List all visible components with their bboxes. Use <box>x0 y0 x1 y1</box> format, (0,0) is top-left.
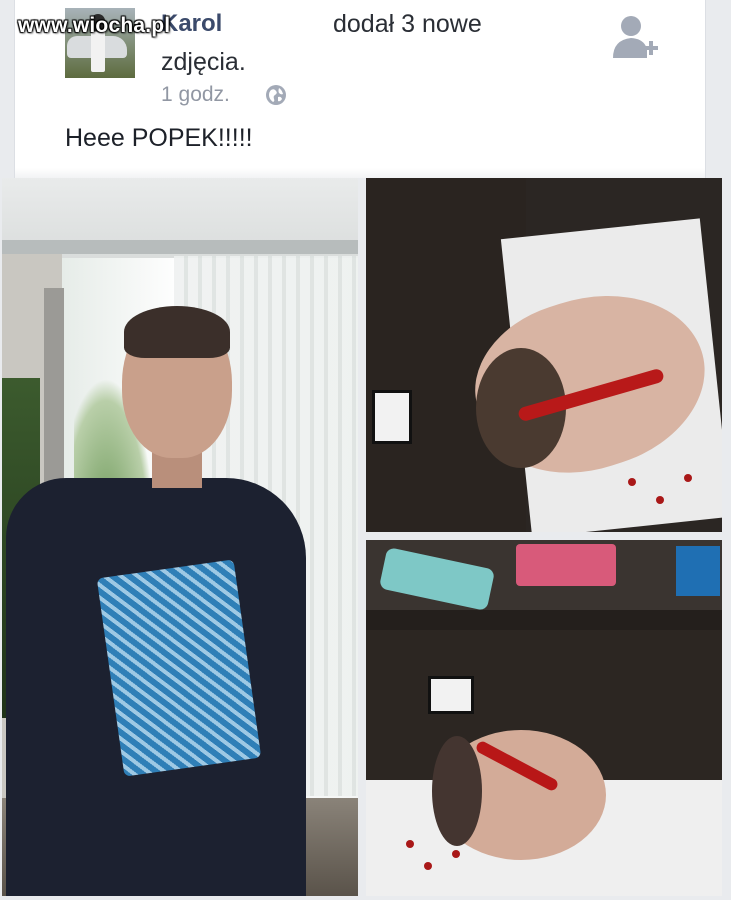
photo-curtain-rod <box>2 240 358 254</box>
photo-sticker <box>428 676 474 714</box>
photo-box <box>516 544 616 586</box>
post-photo-1[interactable] <box>2 178 358 896</box>
post-text: Heee POPEK!!!!! <box>65 124 253 152</box>
photo-splatter <box>684 474 692 482</box>
post-action-text: dodał 3 nowe <box>333 10 482 38</box>
add-friend-icon[interactable] <box>611 12 659 62</box>
photo-splatter <box>424 862 432 870</box>
post-action-text-continued: zdjęcia. <box>161 48 246 76</box>
post-timestamp[interactable]: 1 godz. <box>161 83 230 107</box>
photo-shelf <box>366 610 722 630</box>
watermark: www.wiocha.pl <box>18 14 171 37</box>
facebook-post-screenshot: www.wiocha.pl Karol dodał 3 nowe zdjęcia… <box>0 0 731 900</box>
photo-sweater-print <box>96 559 262 777</box>
photo-splatter <box>628 478 636 486</box>
photo-splatter <box>452 850 460 858</box>
post-photo-3[interactable] <box>366 540 722 896</box>
photo-splatter <box>406 840 414 848</box>
globe-icon[interactable] <box>265 84 287 106</box>
photo-splatter <box>656 496 664 504</box>
post-photo-2[interactable] <box>366 178 722 532</box>
photo-hair <box>124 306 230 358</box>
photo-blue-container <box>676 546 720 596</box>
photo-sticker <box>372 390 412 444</box>
photo-hair <box>432 736 482 846</box>
